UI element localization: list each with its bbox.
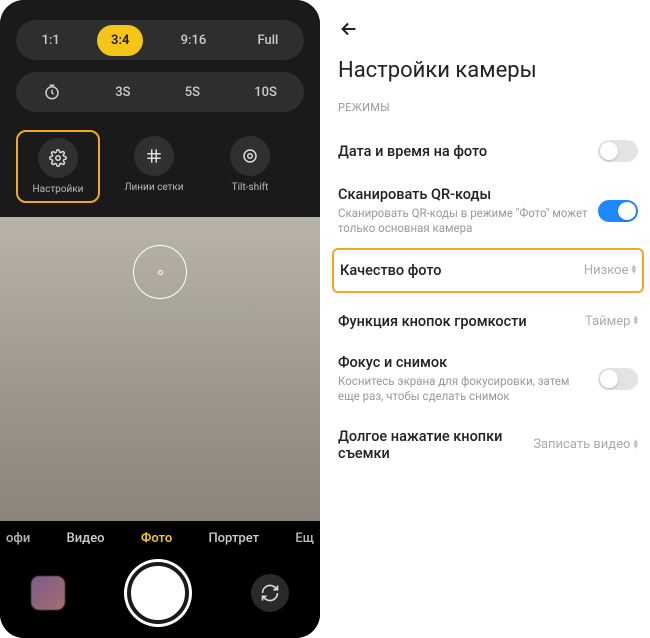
quality-value: Низкое ▴▾ <box>584 263 636 278</box>
setting-focus[interactable]: Фокус и снимок Коснитесь экрана для фоку… <box>332 342 644 416</box>
longpress-value: Записать видео ▴▾ <box>533 437 638 452</box>
mode-photo[interactable]: Фото <box>141 531 172 546</box>
setting-qr-sub: Сканировать QR-коды в режиме "Фото" може… <box>338 206 588 236</box>
section-modes: РЕЖИМЫ <box>332 101 644 128</box>
setting-volume[interactable]: Функция кнопок громкости Таймер ▴▾ <box>332 301 644 342</box>
setting-quality[interactable]: Качество фото Низкое ▴▾ <box>332 248 644 293</box>
camera-screen: 1:1 3:4 9:16 Full 3S 5S 10S Настройки <box>0 0 320 638</box>
viewfinder[interactable] <box>0 217 320 521</box>
setting-longpress-label: Долгое нажатие кнопки съемки <box>338 428 523 462</box>
mode-video[interactable]: Видео <box>67 531 105 546</box>
timer-icon[interactable] <box>31 77 73 107</box>
setting-datetime[interactable]: Дата и время на фото <box>332 128 644 174</box>
chevron-updown-icon: ▴▾ <box>633 316 638 326</box>
setting-datetime-label: Дата и время на фото <box>338 143 588 160</box>
setting-focus-sub: Коснитесь экрана для фокусировки, затем … <box>338 374 588 404</box>
setting-volume-label: Функция кнопок громкости <box>338 313 575 330</box>
aspect-ratio-selector: 1:1 3:4 9:16 Full <box>16 20 304 60</box>
mode-portrait[interactable]: Портрет <box>208 531 259 546</box>
focus-ring-icon <box>133 245 187 299</box>
toggle-qr[interactable] <box>598 200 638 222</box>
chevron-updown-icon: ▴▾ <box>633 440 638 450</box>
ratio-3-4[interactable]: 3:4 <box>97 25 143 56</box>
setting-focus-label: Фокус и снимок <box>338 354 588 371</box>
tool-settings-label: Настройки <box>33 184 84 195</box>
tool-grid[interactable]: Линии сетки <box>112 130 196 203</box>
gallery-thumbnail[interactable] <box>31 576 65 610</box>
ratio-full[interactable]: Full <box>243 25 292 56</box>
page-title: Настройки камеры <box>332 50 644 101</box>
timer-5s[interactable]: 5S <box>173 79 212 106</box>
back-button[interactable] <box>332 8 644 50</box>
camera-bottom-panel: офи Видео Фото Портрет Ещ <box>0 521 320 638</box>
controls-row <box>0 562 320 624</box>
setting-qr-label: Сканировать QR-коды <box>338 186 588 203</box>
chevron-updown-icon: ▴▾ <box>631 265 636 275</box>
toggle-focus[interactable] <box>598 368 638 390</box>
timer-10s[interactable]: 10S <box>242 79 289 106</box>
toggle-datetime[interactable] <box>598 140 638 162</box>
mode-more[interactable]: Ещ <box>295 531 314 546</box>
setting-qr[interactable]: Сканировать QR-коды Сканировать QR-коды … <box>332 174 644 248</box>
gear-icon <box>38 138 78 178</box>
camera-top-panel: 1:1 3:4 9:16 Full 3S 5S 10S Настройки <box>0 0 320 217</box>
shutter-button[interactable] <box>127 562 189 624</box>
tool-settings[interactable]: Настройки <box>16 130 100 203</box>
timer-3s[interactable]: 3S <box>103 79 142 106</box>
settings-screen: Настройки камеры РЕЖИМЫ Дата и время на … <box>320 0 650 638</box>
tool-tiltshift-label: Tilt-shift <box>232 182 269 193</box>
mode-pro[interactable]: офи <box>6 531 30 546</box>
flip-camera-button[interactable] <box>251 574 289 612</box>
setting-quality-label: Качество фото <box>340 262 574 279</box>
tool-grid-label: Линии сетки <box>124 182 183 193</box>
ratio-9-16[interactable]: 9:16 <box>167 25 221 56</box>
setting-longpress[interactable]: Долгое нажатие кнопки съемки Записать ви… <box>332 416 644 474</box>
grid-icon <box>134 136 174 176</box>
tool-tiltshift[interactable]: Tilt-shift <box>208 130 292 203</box>
mode-selector[interactable]: офи Видео Фото Портрет Ещ <box>0 531 320 546</box>
ratio-1-1[interactable]: 1:1 <box>28 25 74 56</box>
timer-selector: 3S 5S 10S <box>16 72 304 112</box>
tool-row: Настройки Линии сетки Tilt-shift <box>16 130 304 203</box>
tiltshift-icon <box>230 136 270 176</box>
volume-value: Таймер ▴▾ <box>585 314 638 329</box>
